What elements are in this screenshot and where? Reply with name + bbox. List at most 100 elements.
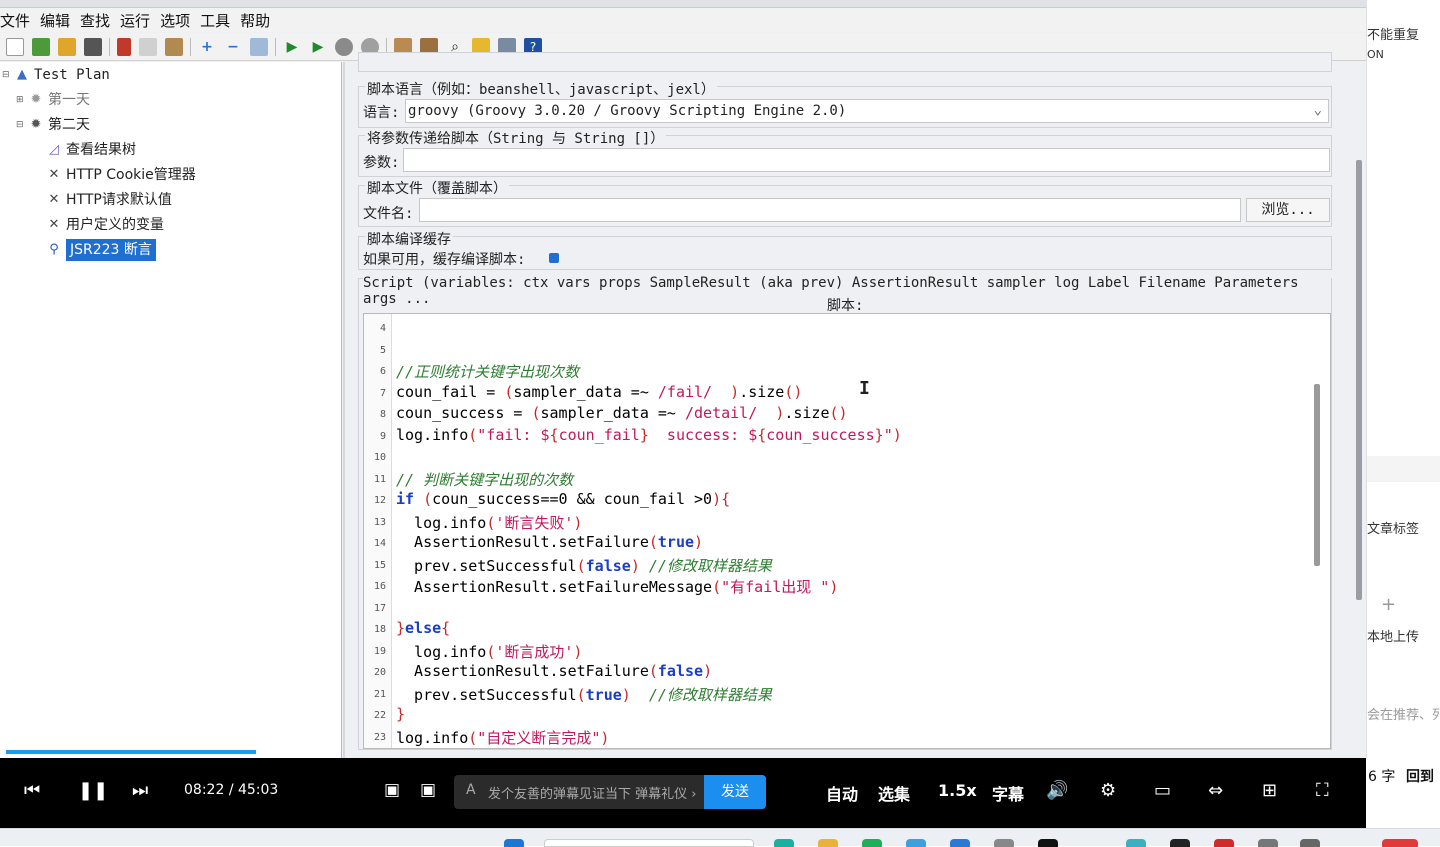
language-select[interactable]: groovy (Groovy 3.0.20 / Groovy Scripting…	[405, 99, 1329, 123]
side-tag-label[interactable]: 文章标签	[1367, 518, 1419, 537]
subtitle-button[interactable]: 字幕	[992, 781, 1024, 805]
previous-icon[interactable]: ⏮	[24, 780, 40, 801]
line-number: 5	[379, 344, 386, 356]
save-icon[interactable]	[84, 37, 102, 56]
panel-scrollbar-thumb[interactable]	[1356, 160, 1362, 600]
line-number: 22	[373, 710, 386, 721]
line-number: 12	[373, 495, 386, 506]
expand-toggle-icon[interactable]: ⊞	[16, 89, 26, 111]
next-icon[interactable]: ⏭	[132, 780, 148, 801]
danmu-toggle-icon[interactable]: ▣	[384, 780, 400, 800]
code-line: log.info('断言成功')	[396, 642, 583, 661]
code-line: AssertionResult.setFailureMessage("有fail…	[396, 578, 839, 596]
line-number: 14	[373, 538, 386, 549]
collapse-toggle-icon[interactable]: ⊟	[16, 114, 26, 136]
code-line: log.info("fail: ${coun_fail} success: ${…	[396, 425, 902, 444]
panel-scrollbar[interactable]	[1353, 62, 1366, 758]
menu-search[interactable]: 查找	[80, 10, 116, 31]
danmu-etiquette-link[interactable]: 弹幕礼仪 ›	[635, 787, 696, 802]
tree-node-user-variables[interactable]: ✕ 用户定义的变量	[46, 214, 164, 236]
filename-input[interactable]	[419, 198, 1241, 222]
collapse-toggle-icon[interactable]: ⊟	[2, 64, 12, 86]
speed-button[interactable]: 1.5x	[938, 781, 977, 800]
widescreen-icon[interactable]: ⇔	[1208, 780, 1223, 801]
jmeter-window: 文件 编辑 查找 运行 选项 工具 帮助 + − ▶ ▶ ⌕ ? ⊟ ▲ Tes…	[0, 0, 1366, 758]
stop-icon[interactable]	[335, 37, 353, 56]
new-icon[interactable]	[6, 37, 24, 56]
cut-icon[interactable]	[117, 37, 131, 56]
line-number: 17	[373, 602, 386, 614]
os-taskbar	[0, 828, 1440, 847]
script-language-group: 脚本语言（例如：beanshell、javascript、jexl） 语言: g…	[358, 79, 1332, 128]
episodes-button[interactable]: 选集	[878, 781, 910, 805]
tree-node-cookie-manager[interactable]: ✕ HTTP Cookie管理器	[46, 164, 196, 186]
fullscreen-icon[interactable]: ⛶	[1316, 780, 1329, 801]
plus-icon[interactable]: +	[1381, 594, 1396, 615]
auto-quality-button[interactable]: 自动	[826, 781, 858, 805]
code-line: log.info("自定义断言完成")	[396, 728, 610, 747]
code-line: //正则统计关键字出现次数	[396, 363, 580, 381]
side-text: 会在推荐、列	[1367, 708, 1440, 723]
volume-icon[interactable]: 🔊	[1046, 780, 1068, 801]
wrench-icon: ✕	[48, 167, 60, 182]
code-line: }	[396, 705, 406, 723]
menu-tools[interactable]: 工具	[200, 10, 236, 31]
gear-icon[interactable]: ⚙	[1100, 780, 1116, 801]
tree-node-view-results-tree[interactable]: ◿ 查看结果树	[46, 139, 136, 161]
expand-icon[interactable]: +	[198, 38, 216, 56]
toolbar-separator	[190, 37, 191, 56]
side-upload-label[interactable]: 本地上传	[1367, 626, 1419, 645]
line-number: 9	[379, 430, 386, 442]
start-icon[interactable]: ▶	[283, 38, 301, 56]
tree-node-test-plan[interactable]: ⊟ ▲ Test Plan	[2, 64, 110, 86]
danmu-input[interactable]: A 发个友善的弹幕见证当下 弹幕礼仪 › 发送	[454, 775, 766, 809]
line-number: 10	[373, 452, 386, 463]
chevron-down-icon: ⌄	[1313, 102, 1322, 118]
script-editor[interactable]: 4 5 6 7 8 9 10 11 12 13 14 15 16 17 18 19 20 21 22 23 //正则统…	[363, 313, 1331, 749]
line-number: 7	[379, 387, 386, 399]
paste-icon[interactable]	[165, 37, 183, 56]
jsr223-assertion-panel: 脚本语言（例如：beanshell、javascript、jexl） 语言: g…	[345, 52, 1353, 758]
templates-icon[interactable]	[32, 37, 50, 56]
side-divider	[1367, 456, 1440, 482]
code-line: prev.setSuccessful(false) //修改取样器结果	[396, 556, 772, 575]
web-fullscreen-icon[interactable]: ⊞	[1262, 780, 1277, 801]
line-number: 19	[373, 645, 386, 657]
start-no-pause-icon[interactable]: ▶	[309, 38, 327, 56]
menu-file[interactable]: 文件	[0, 10, 36, 31]
pause-icon[interactable]: ❚❚	[78, 780, 108, 801]
code-line: prev.setSuccessful(true) //修改取样器结果	[396, 685, 772, 704]
name-group	[358, 52, 1332, 72]
code-line: AssertionResult.setFailure(false)	[396, 662, 713, 680]
cache-checkbox[interactable]	[549, 253, 559, 263]
tree-node-jsr223-assertion[interactable]: ⚲ JSR223 断言	[46, 239, 156, 261]
line-number: 8	[379, 409, 386, 420]
parameters-input[interactable]	[403, 148, 1330, 172]
back-to-top-link[interactable]: 回到	[1406, 766, 1434, 786]
open-icon[interactable]	[58, 37, 76, 56]
toggle-icon[interactable]	[250, 37, 268, 56]
parameters-group: 将参数传递给脚本（String 与 String []） 参数:	[358, 128, 1332, 177]
browse-button[interactable]: 浏览...	[1246, 198, 1330, 222]
menu-edit[interactable]: 编辑	[40, 10, 76, 31]
tree-node-thread-group-1[interactable]: ⊞ ✹ 第一天	[16, 89, 90, 111]
tree-node-thread-group-2[interactable]: ⊟ ✹ 第二天	[16, 114, 90, 136]
menu-options[interactable]: 选项	[160, 10, 196, 31]
collapse-icon[interactable]: −	[224, 38, 242, 56]
line-number: 18	[373, 624, 386, 635]
menu-help[interactable]: 帮助	[240, 10, 276, 31]
menu-run[interactable]: 运行	[120, 10, 156, 31]
code-line: if (coun_success==0 && coun_fail >0){	[396, 490, 731, 508]
tree-node-http-defaults[interactable]: ✕ HTTP请求默认值	[46, 189, 172, 211]
picture-in-picture-icon[interactable]: ▭	[1154, 780, 1171, 801]
line-number: 15	[373, 559, 386, 571]
editor-scrollbar[interactable]	[1314, 384, 1320, 566]
copy-icon[interactable]	[139, 37, 157, 56]
wrench-icon: ✕	[48, 217, 60, 232]
send-button[interactable]: 发送	[704, 775, 766, 809]
danmu-settings-icon[interactable]: ▣	[420, 780, 436, 800]
code-line: }else{	[396, 619, 451, 637]
progress-scrollbar[interactable]	[6, 750, 256, 754]
chart-icon: ◿	[49, 142, 59, 157]
side-footer: 6 字 回到	[1366, 758, 1440, 828]
